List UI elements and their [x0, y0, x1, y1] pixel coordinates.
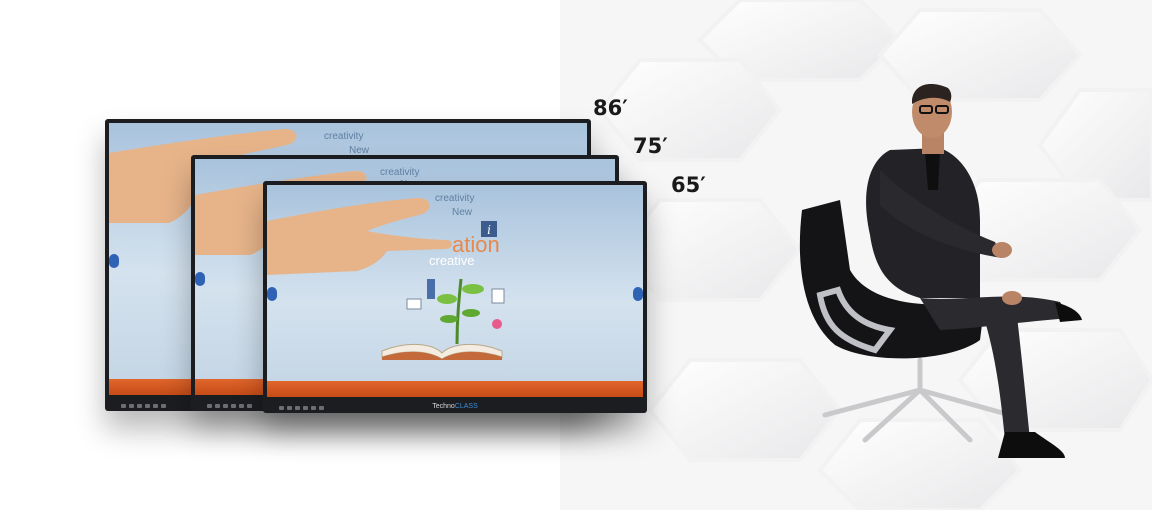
size-label-86: 86′: [593, 96, 628, 120]
taskbar: [267, 381, 643, 397]
bezel-brand-logo: TechnoCLASS: [432, 403, 478, 410]
side-menu-handle[interactable]: [109, 253, 119, 268]
bezel-buttons[interactable]: [207, 404, 252, 408]
size-label-65: 65′: [671, 173, 706, 197]
screen-word-creativity: creativity: [324, 131, 364, 142]
bezel-buttons[interactable]: [279, 406, 324, 410]
screen-word-creativity: creativity: [435, 193, 475, 204]
monitor-65: creativity New ation creative i TechnoCL…: [263, 181, 647, 413]
screen-word-new: New: [452, 207, 473, 218]
size-label-75: 75′: [633, 134, 668, 158]
open-book-icon: [381, 343, 503, 360]
monitor-65-screen: creativity New ation creative i: [267, 185, 643, 397]
svg-text:i: i: [487, 223, 491, 237]
screen-word-creative: creative: [429, 253, 475, 268]
info-icon: i: [481, 221, 497, 237]
side-menu-handle-left[interactable]: [267, 286, 277, 301]
screen-word-creativity: creativity: [380, 167, 420, 178]
side-menu-handle[interactable]: [195, 272, 205, 287]
businessman-in-chair: [799, 84, 1082, 458]
side-menu-handle-right[interactable]: [633, 286, 643, 301]
bezel-buttons[interactable]: [121, 404, 166, 408]
